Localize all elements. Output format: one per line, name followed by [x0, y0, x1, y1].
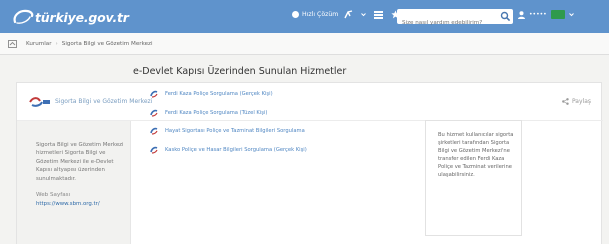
help-label: Hızlı Çözüm: [302, 11, 339, 18]
services-heading: e-Devlet Kapısı Üzerinden Sunulan Hizmet…: [133, 66, 347, 77]
toolbar-icons: [344, 10, 400, 19]
service-arrow-icon: [150, 128, 158, 135]
site-logo[interactable]: türkiye.gov.tr: [12, 6, 129, 28]
help-icon: [292, 11, 299, 18]
institution-description: Sigorta Bilgi ve Gözetim Merkezi hizmetl…: [36, 142, 124, 182]
service-link-personal-accident-corporate[interactable]: Ferdi Kaza Poliçe Sorgulama (Tüzel Kişi): [150, 104, 307, 123]
institution-name: Sigorta Bilgi ve Gözetim Merkezi: [55, 98, 153, 105]
user-name: •••••: [529, 11, 547, 18]
service-link-life-insurance[interactable]: Hayat Sigortası Poliçe ve Tazminat Bilgi…: [150, 122, 307, 141]
breadcrumb-item-institutions[interactable]: Kurumlar: [26, 41, 52, 47]
search-input[interactable]: [397, 15, 497, 31]
share-icon: [562, 98, 569, 105]
service-label: Ferdi Kaza Poliçe Sorgulama (Gerçek Kişi…: [165, 91, 273, 98]
chevron-down-icon[interactable]: [568, 12, 574, 17]
accessibility-icon[interactable]: [344, 10, 353, 19]
service-link-personal-accident-individual[interactable]: Ferdi Kaza Poliçe Sorgulama (Gerçek Kişi…: [150, 85, 307, 104]
institution-logo: [29, 97, 50, 107]
breadcrumb: Kurumlar › Sigorta Bilgi ve Gözetim Merk…: [0, 33, 609, 55]
logo-swoosh-icon: [13, 9, 34, 24]
info-text: Bu hizmet kullanıcılar sigorta şirketler…: [438, 132, 514, 179]
help-button[interactable]: Hızlı Çözüm: [292, 11, 338, 18]
user-icon: [518, 10, 525, 19]
institution-header: Sigorta Bilgi ve Gözetim Merkezi Paylaş: [17, 83, 603, 121]
logo-text: türkiye.gov.tr: [35, 9, 129, 25]
chevron-down-icon[interactable]: [361, 12, 366, 17]
web-page-label: Web Sayfası: [36, 192, 71, 199]
service-label: Hayat Sigortası Poliçe ve Tazminat Bilgi…: [165, 128, 305, 135]
top-bar: türkiye.gov.tr Hızlı Çözüm •••••: [0, 0, 609, 33]
share-button[interactable]: Paylaş: [562, 98, 591, 105]
share-label: Paylaş: [571, 98, 591, 105]
service-label: Kasko Poliçe ve Hasar Bilgileri Sorgulam…: [165, 146, 307, 153]
service-arrow-icon: [150, 146, 158, 154]
info-box: Bu hizmet kullanıcılar sigorta şirketler…: [425, 120, 522, 236]
grid-menu-icon[interactable]: [374, 10, 383, 19]
service-label: Ferdi Kaza Poliçe Sorgulama (Tüzel Kişi): [165, 109, 268, 116]
home-icon[interactable]: [8, 39, 17, 48]
user-menu[interactable]: •••••: [518, 10, 574, 19]
services-list: Ferdi Kaza Poliçe Sorgulama (Gerçek Kişi…: [150, 85, 307, 159]
language-flag-icon[interactable]: [550, 10, 565, 19]
service-arrow-icon: [150, 109, 158, 117]
service-arrow-icon: [150, 91, 158, 98]
breadcrumb-separator: ›: [55, 40, 58, 47]
service-link-casco[interactable]: Kasko Poliçe ve Hasar Bilgileri Sorgulam…: [150, 141, 307, 160]
institution-sidebar: Sigorta Bilgi ve Gözetim Merkezi hizmetl…: [17, 121, 131, 244]
search-box: [397, 9, 513, 31]
search-icon[interactable]: [500, 11, 511, 22]
web-page-link[interactable]: https://www.sbm.org.tr/: [36, 201, 130, 207]
breadcrumb-item-current: Sigorta Bilgi ve Gözetim Merkezi: [61, 40, 153, 47]
